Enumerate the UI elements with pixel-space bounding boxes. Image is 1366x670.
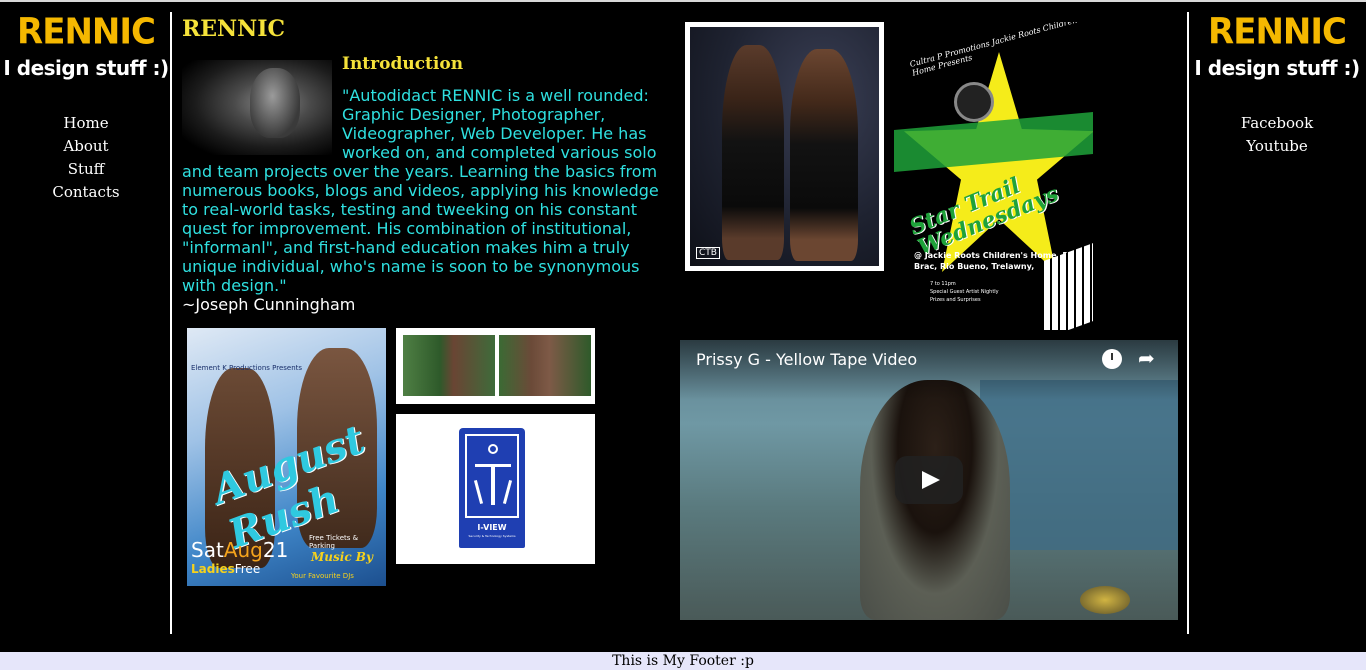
quote-author: ~Joseph Cunningham <box>182 295 356 314</box>
flyer-music-by: Music By <box>311 550 373 564</box>
iview-logo-stem <box>491 467 495 505</box>
left-divider <box>170 12 172 634</box>
iview-logo: I-VIEW Security & Technology Systems <box>459 428 525 548</box>
share-icon[interactable]: ➦ <box>1138 346 1155 370</box>
quote-wrap-spacer <box>182 86 342 162</box>
nav-item-stuff: Stuff <box>0 158 172 181</box>
star-trail-poster[interactable]: Cultra P Promotions Jackie Roots Childre… <box>894 22 1093 330</box>
social-item-facebook: Facebook <box>1188 112 1366 135</box>
youtube-video-embed[interactable]: Prissy G - Yellow Tape Video ➦ <box>680 340 1178 620</box>
nav-item-about: About <box>0 135 172 158</box>
main-nav: Home About Stuff Contacts <box>0 112 172 204</box>
nav-link-stuff[interactable]: Stuff <box>68 160 105 178</box>
portrait-thumbnails[interactable] <box>396 328 595 404</box>
watch-later-icon[interactable] <box>1102 349 1122 369</box>
intro-quote: "Autodidact RENNIC is a well rounded: Gr… <box>182 86 664 295</box>
nav-link-home[interactable]: Home <box>63 114 108 132</box>
flyer-date-prefix: Sat <box>191 538 224 562</box>
photo-person-right <box>790 49 858 261</box>
social-item-youtube: Youtube <box>1188 135 1366 158</box>
iview-logo-image[interactable]: I-VIEW Security & Technology Systems <box>396 414 595 564</box>
poster-guest: Special Guest Artist Nightly <box>930 289 999 295</box>
nav-link-contacts[interactable]: Contacts <box>52 183 119 201</box>
microphone-icon <box>954 82 994 122</box>
left-sidebar: RENNIC I design stuff :) Home About Stuf… <box>0 11 172 204</box>
flyer-date: SatAug21 <box>191 538 288 562</box>
two-women-photo[interactable]: CTB <box>685 22 884 271</box>
photo-person-left <box>722 45 784 260</box>
right-sidebar: RENNIC I design stuff :) Facebook Youtub… <box>1188 11 1366 158</box>
brand-tagline: I design stuff :) <box>3 56 169 80</box>
iview-logo-frame <box>465 434 519 518</box>
play-button-icon[interactable] <box>895 456 963 504</box>
nav-item-home: Home <box>0 112 172 135</box>
poster-details: 7 to 11pm Special Guest Artist Nightly P… <box>930 280 999 304</box>
poster-time: 7 to 11pm <box>930 281 956 287</box>
youtube-link[interactable]: Youtube <box>1246 137 1307 155</box>
flyer-free-line: Free Tickets & Parking <box>309 534 359 550</box>
facebook-link[interactable]: Facebook <box>1241 114 1313 132</box>
iview-logo-label: I-VIEW <box>477 523 507 532</box>
top-border <box>0 0 1366 2</box>
event-flyer-image[interactable]: Element K Productions Presents August Ru… <box>187 328 386 586</box>
page-footer: This is My Footer :p <box>0 652 1366 670</box>
page-title: RENNIC <box>182 16 286 42</box>
flyer-ladies-a: Ladies <box>191 562 235 576</box>
flyer-brandline: Element K Productions Presents <box>191 364 303 372</box>
iview-logo-arm-left <box>473 480 484 504</box>
brand-logo-right: RENNIC <box>1208 11 1347 53</box>
thumbnail-1[interactable] <box>403 335 495 396</box>
poster-prizes: Prizes and Surprises <box>930 297 981 303</box>
video-title[interactable]: Prissy G - Yellow Tape Video <box>696 350 917 369</box>
iview-logo-head <box>488 444 498 454</box>
video-channel-logo <box>1080 586 1130 614</box>
iview-logo-arm-right <box>502 480 513 504</box>
photo-watermark: CTB <box>696 247 720 259</box>
flyer-djs: Your Favourite DJs <box>291 572 354 580</box>
nav-item-contacts: Contacts <box>0 181 172 204</box>
flyer-ladies-b: Free <box>234 562 261 576</box>
nav-link-about[interactable]: About <box>63 137 108 155</box>
thumbnail-2[interactable] <box>499 335 591 396</box>
flyer-ladies-free: LadiesFree <box>191 562 260 576</box>
flyer-date-month: Aug <box>223 538 263 562</box>
brand-tagline-right: I design stuff :) <box>1194 56 1360 80</box>
video-top-gradient <box>680 340 1178 400</box>
intro-heading: Introduction <box>342 54 464 74</box>
iview-logo-sub: Security & Technology Systems <box>468 534 516 538</box>
social-links: Facebook Youtube <box>1188 112 1366 158</box>
photo-content: CTB <box>690 27 879 266</box>
flyer-date-day: 21 <box>262 538 289 562</box>
brand-logo: RENNIC <box>17 11 156 53</box>
